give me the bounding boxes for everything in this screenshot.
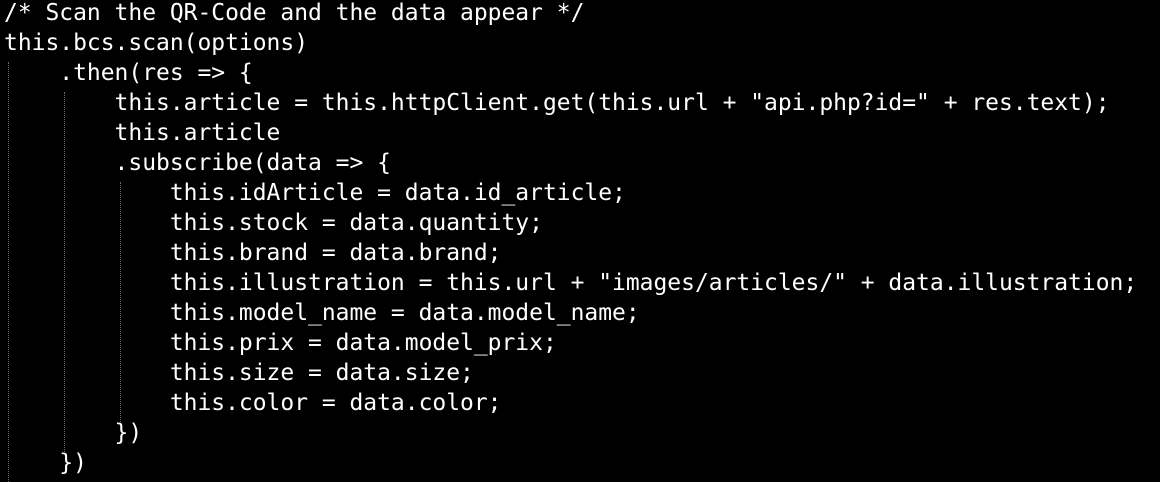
code-line-4[interactable]: this.article = this.httpClient.get(this.…	[4, 88, 1110, 118]
code-line-14[interactable]: this.color = data.color;	[4, 388, 502, 418]
code-line-12[interactable]: this.prix = data.model_prix;	[4, 328, 557, 358]
code-line-13[interactable]: this.size = data.size;	[4, 358, 474, 388]
code-line-16[interactable]: })	[4, 448, 87, 478]
code-line-11[interactable]: this.model_name = data.model_name;	[4, 298, 640, 328]
code-line-10[interactable]: this.illustration = this.url + "images/a…	[4, 268, 1137, 298]
code-line-1[interactable]: /* Scan the QR-Code and the data appear …	[4, 0, 584, 28]
code-line-5[interactable]: this.article	[4, 118, 281, 148]
code-line-7[interactable]: this.idArticle = data.id_article;	[4, 178, 626, 208]
code-line-6[interactable]: .subscribe(data => {	[4, 148, 391, 178]
code-line-8[interactable]: this.stock = data.quantity;	[4, 208, 543, 238]
code-line-2[interactable]: this.bcs.scan(options)	[4, 28, 308, 58]
code-line-3[interactable]: .then(res => {	[4, 58, 252, 88]
code-line-15[interactable]: })	[4, 418, 143, 448]
code-editor[interactable]: /* Scan the QR-Code and the data appear …	[0, 0, 1160, 482]
code-line-9[interactable]: this.brand = data.brand;	[4, 238, 502, 268]
